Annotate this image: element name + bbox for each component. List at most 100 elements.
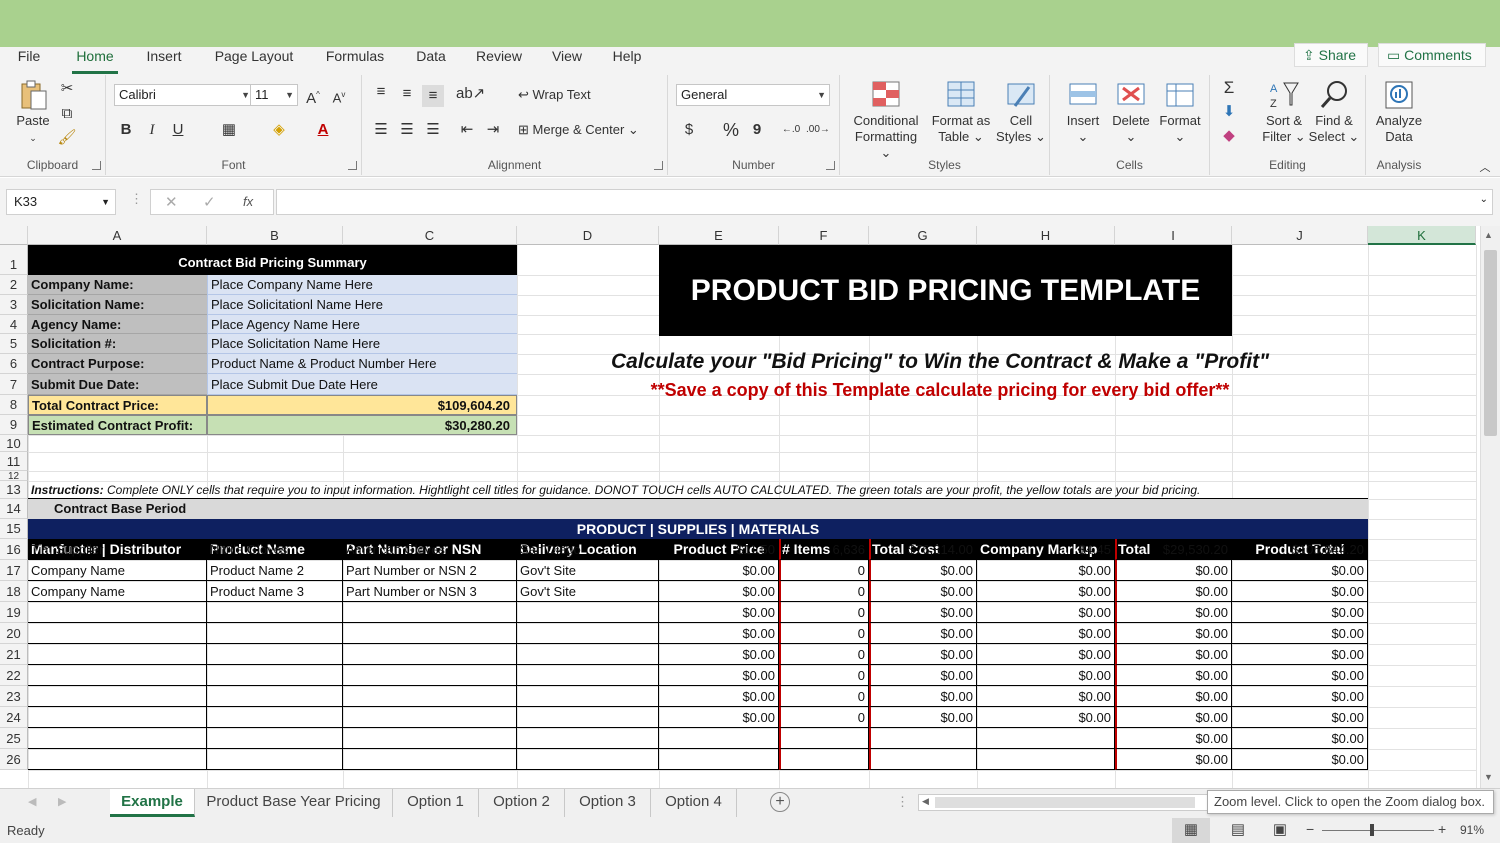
summary-value[interactable]: Place Solicitationl Name Here: [207, 295, 517, 315]
table-cell[interactable]: $0.00: [977, 686, 1115, 707]
summary-value[interactable]: Place Solicitation Name Here: [207, 334, 517, 354]
table-cell[interactable]: [779, 728, 869, 749]
table-cell[interactable]: [207, 728, 343, 749]
table-cell[interactable]: [659, 749, 779, 770]
row-header[interactable]: 6: [0, 354, 28, 374]
decrease-font-icon[interactable]: Av: [328, 84, 350, 106]
table-cell[interactable]: $0.00: [1232, 644, 1368, 665]
borders-icon[interactable]: ▦: [218, 119, 240, 141]
table-cell[interactable]: [343, 686, 517, 707]
table-cell[interactable]: $0.00: [1115, 581, 1232, 602]
table-cell[interactable]: $0.00: [659, 665, 779, 686]
table-cell[interactable]: $0.00: [1232, 686, 1368, 707]
name-box[interactable]: K33 ▼: [6, 189, 116, 215]
clipboard-launcher-icon[interactable]: [92, 161, 101, 170]
increase-decimal-icon[interactable]: ←.0: [780, 119, 802, 141]
profit-label[interactable]: Estimated Contract Profit:: [28, 415, 207, 435]
column-header[interactable]: D: [517, 226, 659, 245]
scroll-left-icon[interactable]: ◀: [922, 796, 929, 807]
format-cells-button[interactable]: Format ⌄: [1154, 79, 1206, 145]
table-cell[interactable]: [869, 728, 977, 749]
clear-icon[interactable]: ◆: [1218, 125, 1240, 147]
table-cell[interactable]: [207, 749, 343, 770]
table-cell[interactable]: 0: [779, 686, 869, 707]
copy-icon[interactable]: ⧉: [56, 103, 78, 125]
table-cell[interactable]: 0: [779, 665, 869, 686]
fill-icon[interactable]: ⬇: [1218, 101, 1240, 123]
normal-view-icon[interactable]: ▦: [1172, 818, 1210, 843]
table-cell[interactable]: $0.00: [1232, 749, 1368, 770]
table-cell[interactable]: $0.00: [659, 623, 779, 644]
column-header[interactable]: E: [659, 226, 779, 245]
table-cell[interactable]: 0: [779, 581, 869, 602]
row-header[interactable]: 1: [0, 245, 28, 275]
table-cell[interactable]: $0.00: [1115, 749, 1232, 770]
table-cell[interactable]: $0.00: [869, 623, 977, 644]
table-cell[interactable]: Part Number or NSN 3: [343, 581, 517, 602]
insert-cells-button[interactable]: Insert ⌄: [1060, 79, 1106, 145]
table-cell[interactable]: [517, 644, 659, 665]
find-select-button[interactable]: Find & Select ⌄: [1308, 79, 1360, 145]
bold-button[interactable]: B: [115, 119, 137, 141]
table-cell[interactable]: $0.00: [869, 560, 977, 581]
column-header[interactable]: K: [1368, 226, 1476, 245]
table-cell[interactable]: $0.00: [1115, 602, 1232, 623]
formula-input[interactable]: ⌄: [276, 189, 1493, 215]
table-cell[interactable]: $0.00: [1232, 728, 1368, 749]
row-header[interactable]: 14: [0, 499, 28, 519]
table-cell[interactable]: [343, 728, 517, 749]
table-cell[interactable]: 0: [779, 623, 869, 644]
sheet-tab-option-1[interactable]: Option 1: [393, 789, 479, 817]
table-cell[interactable]: $105,844.20: [1232, 539, 1368, 560]
table-cell[interactable]: 6,636: [779, 539, 869, 560]
row-header[interactable]: 19: [0, 602, 28, 623]
next-sheet-icon[interactable]: ▶: [58, 795, 66, 808]
table-cell[interactable]: 0: [779, 602, 869, 623]
table-cell[interactable]: Gov't Site: [517, 581, 659, 602]
top-align-icon[interactable]: ≡: [370, 81, 392, 103]
row-header[interactable]: 5: [0, 334, 28, 354]
summary-label[interactable]: Company Name:: [28, 275, 207, 295]
summary-label[interactable]: Solicitation #:: [28, 334, 207, 354]
italic-button[interactable]: I: [141, 119, 163, 141]
table-cell[interactable]: $0.00: [1115, 644, 1232, 665]
table-cell[interactable]: [977, 749, 1115, 770]
table-cell[interactable]: [28, 602, 207, 623]
column-header[interactable]: A: [28, 226, 207, 245]
table-cell[interactable]: Tim Supplier: [28, 539, 207, 560]
tab-view[interactable]: View: [546, 47, 588, 75]
row-header[interactable]: 26: [0, 749, 28, 770]
table-cell[interactable]: $0.00: [1115, 560, 1232, 581]
format-painter-icon[interactable]: 🖌: [56, 127, 78, 149]
share-button[interactable]: ⇪ Share: [1294, 43, 1368, 67]
sheet-tab-option-3[interactable]: Option 3: [565, 789, 651, 817]
table-cell[interactable]: $0.00: [977, 581, 1115, 602]
table-cell[interactable]: $0.00: [659, 686, 779, 707]
row-header[interactable]: 18: [0, 581, 28, 602]
alignment-launcher-icon[interactable]: [654, 161, 663, 170]
cancel-icon[interactable]: ✕: [165, 193, 178, 211]
autosum-icon[interactable]: Σ: [1218, 77, 1240, 99]
table-cell[interactable]: $0.00: [659, 644, 779, 665]
row-header[interactable]: 7: [0, 374, 28, 395]
enter-icon[interactable]: ✓: [203, 193, 216, 211]
tab-insert[interactable]: Insert: [138, 47, 190, 75]
tab-file[interactable]: File: [10, 47, 48, 75]
table-cell[interactable]: $0.00: [869, 644, 977, 665]
table-cell[interactable]: [343, 623, 517, 644]
table-cell[interactable]: 0: [779, 707, 869, 728]
table-cell[interactable]: [28, 665, 207, 686]
sort-filter-button[interactable]: AZ Sort & Filter ⌄: [1260, 79, 1308, 145]
table-cell[interactable]: [207, 686, 343, 707]
row-header[interactable]: 22: [0, 665, 28, 686]
summary-value[interactable]: Product Name & Product Number Here: [207, 354, 517, 374]
table-cell[interactable]: Gov't Site: [517, 560, 659, 581]
table-cell[interactable]: $0.00: [1232, 560, 1368, 581]
align-center-icon[interactable]: ☰: [396, 119, 418, 141]
analyze-data-button[interactable]: Analyze Data: [1372, 79, 1426, 145]
summary-value[interactable]: Place Company Name Here: [207, 275, 517, 295]
instructions-row[interactable]: Instructions: Complete ONLY cells that r…: [28, 481, 1368, 499]
total-price-label[interactable]: Total Contract Price:: [28, 395, 207, 415]
underline-button[interactable]: U: [167, 119, 189, 141]
table-cell[interactable]: $0.00: [659, 560, 779, 581]
